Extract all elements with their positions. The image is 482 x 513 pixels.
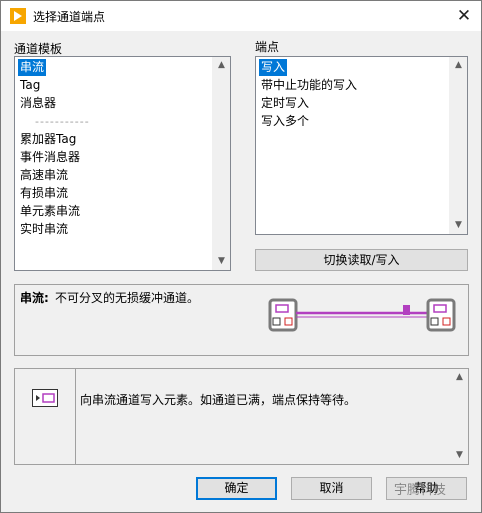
channel-wire-diagram bbox=[268, 298, 456, 332]
cancel-button[interactable]: 取消 bbox=[291, 477, 372, 500]
list-separator: ----------- bbox=[35, 115, 90, 128]
endpoints-scrollbar[interactable]: ▲ ▼ bbox=[449, 57, 467, 234]
chevron-up-icon[interactable]: ▲ bbox=[450, 57, 467, 74]
ok-button[interactable]: 确定 bbox=[196, 477, 277, 500]
help-scrollbar[interactable]: ▲ ▼ bbox=[450, 369, 468, 464]
dialog-window: 选择通道端点 ✕ 通道模板 串流 Tag 消息器 ----------- 累加器… bbox=[0, 0, 482, 513]
endpoints-listbox[interactable]: 写入 带中止功能的写入 定时写入 写入多个 ▲ ▼ bbox=[255, 56, 468, 235]
description-text: 不可分叉的无损缓冲通道。 bbox=[55, 291, 200, 305]
description-panel: 串流: 不可分叉的无损缓冲通道。 bbox=[14, 284, 469, 356]
list-item-template[interactable]: 实时串流 bbox=[18, 221, 70, 238]
close-icon[interactable]: ✕ bbox=[447, 1, 481, 31]
chevron-down-icon[interactable]: ▼ bbox=[213, 253, 230, 270]
watermark: 宇腾科技 bbox=[394, 483, 447, 498]
list-item-template[interactable]: 消息器 bbox=[18, 95, 58, 112]
chevron-down-icon[interactable]: ▼ bbox=[451, 447, 468, 464]
write-node-icon bbox=[32, 389, 58, 407]
endpoints-label: 端点 bbox=[255, 40, 280, 54]
list-item-template[interactable]: 有损串流 bbox=[18, 185, 70, 202]
list-item-template[interactable]: Tag bbox=[18, 77, 42, 94]
title-bar: 选择通道端点 ✕ bbox=[1, 1, 481, 31]
toggle-read-write-button[interactable]: 切换读取/写入 bbox=[255, 249, 468, 271]
list-item-endpoint[interactable]: 定时写入 bbox=[259, 95, 311, 112]
chevron-up-icon[interactable]: ▲ bbox=[451, 369, 468, 386]
list-item-endpoint[interactable]: 带中止功能的写入 bbox=[259, 77, 359, 94]
list-item-template[interactable]: 累加器Tag bbox=[18, 131, 78, 148]
labview-run-arrow-icon bbox=[10, 8, 26, 24]
list-item-template[interactable]: 事件消息器 bbox=[18, 149, 82, 166]
window-title: 选择通道端点 bbox=[33, 10, 106, 24]
list-item-template[interactable]: 高速串流 bbox=[18, 167, 70, 184]
list-item-endpoint[interactable]: 写入 bbox=[259, 59, 288, 76]
node-icon-cell bbox=[15, 369, 76, 464]
node-help-panel: 向串流通道写入元素。如通道已满，端点保持等待。 ▲ ▼ bbox=[14, 368, 469, 465]
description-title: 串流: bbox=[20, 291, 49, 305]
templates-scrollbar[interactable]: ▲ ▼ bbox=[212, 57, 230, 270]
list-item-endpoint[interactable]: 写入多个 bbox=[259, 113, 311, 130]
node-help-text: 向串流通道写入元素。如通道已满，端点保持等待。 bbox=[80, 393, 357, 407]
templates-listbox[interactable]: 串流 Tag 消息器 ----------- 累加器Tag 事件消息器 高速串流… bbox=[14, 56, 231, 271]
chevron-up-icon[interactable]: ▲ bbox=[213, 57, 230, 74]
list-item-template[interactable]: 单元素串流 bbox=[18, 203, 82, 220]
chevron-down-icon[interactable]: ▼ bbox=[450, 217, 467, 234]
templates-label: 通道模板 bbox=[14, 42, 63, 56]
list-item-template[interactable]: 串流 bbox=[18, 59, 47, 76]
